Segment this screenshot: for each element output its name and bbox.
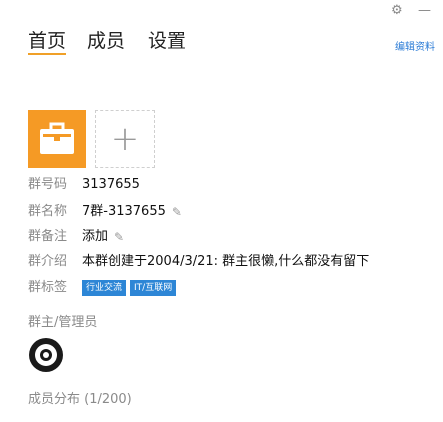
tab-home[interactable]: 首页 [28,26,66,53]
group-intro-value: 本群创建于2004/3/21: 群主很懒,什么都没有留下 [82,254,370,269]
minimize-icon[interactable]: — [418,3,431,18]
user-avatar-icon [35,344,57,366]
tab-settings[interactable]: 设置 [148,26,186,53]
group-intro-row: 群介绍 本群创建于2004/3/21: 群主很懒,什么都没有留下 [28,254,369,270]
group-note-value[interactable]: 添加 [82,229,108,245]
active-tab-indicator [28,53,66,55]
group-number-value: 3137655 [82,177,140,192]
tag-industry[interactable]: 行业交流 [82,280,127,296]
group-note-label: 群备注 [28,229,68,244]
avatar[interactable] [29,338,63,372]
group-number-row: 群号码 3137655 [28,177,140,193]
add-avatar-button[interactable]: + [95,110,155,168]
settings-icon[interactable]: ⚙ [391,3,403,18]
group-tags-row: 群标签 行业交流 IT/互联网 [28,280,180,296]
group-tags-label: 群标签 [28,280,68,295]
plus-icon: + [110,119,140,159]
group-name-label: 群名称 [28,204,68,219]
group-note-row: 群备注 添加 ✎ [28,229,124,245]
group-number-label: 群号码 [28,177,68,192]
group-name-value: 7群-3137655 [82,204,166,219]
edit-pencil-icon[interactable]: ✎ [114,229,124,245]
group-intro-label: 群介绍 [28,254,68,269]
edit-profile-link[interactable]: 编辑资料 [395,38,435,53]
members-section-title: 成员分布 (1/200) [28,392,132,407]
briefcase-icon [40,122,74,154]
group-avatar[interactable] [28,110,86,168]
tab-members[interactable]: 成员 [87,26,125,53]
admins-section-title: 群主/管理员 [28,315,98,330]
tag-it-internet[interactable]: IT/互联网 [130,280,177,296]
group-name-row: 群名称 7群-3137655 ✎ [28,204,182,220]
edit-pencil-icon[interactable]: ✎ [172,204,182,220]
